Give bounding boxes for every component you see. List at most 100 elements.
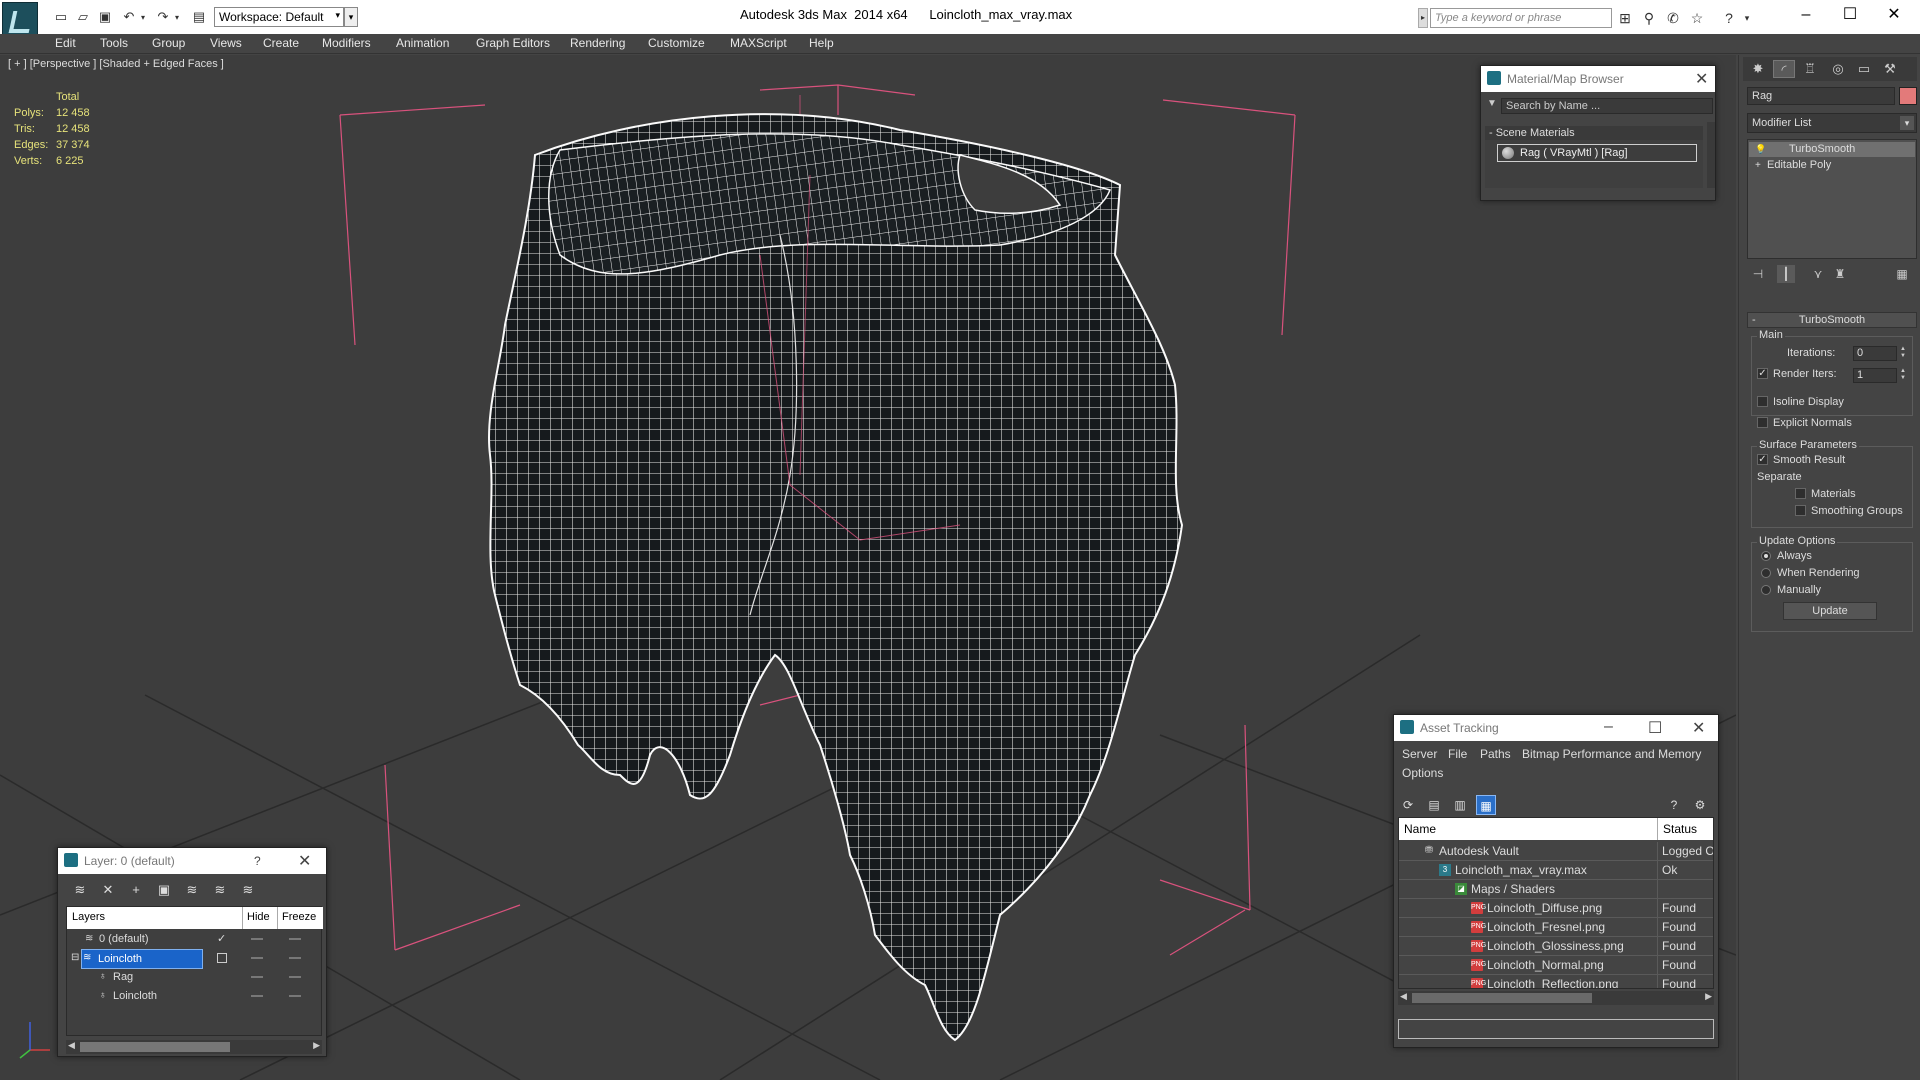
scrollbar-thumb[interactable] <box>1412 993 1592 1003</box>
make-unique-icon[interactable]: ⋎ <box>1809 265 1827 283</box>
hierarchy-tab-icon[interactable]: ♖ <box>1799 60 1821 78</box>
layer-row-rag[interactable]: ♁ Rag <box>67 968 323 986</box>
layer-row-loincloth-object[interactable]: ♁ Loincloth <box>67 987 323 1005</box>
table-row[interactable]: PNG Loincloth_Normal.png Found <box>1399 956 1713 975</box>
scroll-right-icon[interactable]: ▶ <box>313 1040 320 1051</box>
update-when-rendering-radio[interactable] <box>1761 568 1771 578</box>
binoculars-icon[interactable]: ⊞ <box>1616 9 1634 27</box>
toolbar-options-icon[interactable]: ▾ <box>344 7 358 27</box>
current-layer-checkmark-icon[interactable]: ✓ <box>217 930 226 948</box>
vault-options-icon[interactable]: ⚙ <box>1690 795 1710 815</box>
column-name[interactable]: Name <box>1404 822 1436 836</box>
stack-item-turbosmooth[interactable]: 💡 TurboSmooth <box>1749 142 1915 157</box>
modifier-list-dropdown[interactable]: Modifier List ▾ <box>1747 113 1917 133</box>
asset-menu-paths[interactable]: Paths <box>1480 747 1511 761</box>
scroll-left-icon[interactable]: ◀ <box>68 1040 75 1051</box>
menu-rendering[interactable]: Rendering <box>570 36 625 50</box>
table-row[interactable]: PNG Loincloth_Glossiness.png Found <box>1399 937 1713 956</box>
material-browser-titlebar[interactable]: Material/Map Browser ✕ <box>1481 66 1715 92</box>
new-file-icon[interactable]: ▭ <box>52 8 70 26</box>
scrollbar-thumb[interactable] <box>80 1042 230 1052</box>
object-name-field[interactable]: Rag <box>1747 87 1895 105</box>
create-layer-icon[interactable]: ≋ <box>70 880 90 900</box>
asset-menu-file[interactable]: File <box>1448 747 1467 761</box>
menu-modifiers[interactable]: Modifiers <box>322 36 371 50</box>
modify-tab-icon[interactable]: ◜ <box>1773 60 1795 78</box>
asset-path-field[interactable] <box>1398 1019 1714 1039</box>
menu-customize[interactable]: Customize <box>648 36 705 50</box>
render-iters-checkbox[interactable]: ✓ <box>1757 368 1768 379</box>
object-color-swatch[interactable] <box>1899 87 1917 105</box>
turbosmooth-rollout-header[interactable]: - TurboSmooth <box>1747 312 1917 328</box>
open-file-icon[interactable]: ▱ <box>74 8 92 26</box>
layer-row-loincloth[interactable]: ⊟ ≋ Loincloth <box>67 949 323 969</box>
menu-tools[interactable]: Tools <box>100 36 128 50</box>
freeze-toggle[interactable] <box>289 995 301 997</box>
close-icon[interactable]: ✕ <box>1692 718 1705 738</box>
list-view-icon[interactable]: ▤ <box>1424 795 1444 815</box>
freeze-all-layers-icon[interactable]: ≋ <box>238 880 258 900</box>
expand-plus-icon[interactable]: + <box>1755 158 1761 173</box>
scroll-right-icon[interactable]: ▶ <box>1705 991 1712 1002</box>
column-status[interactable]: Status <box>1657 818 1702 840</box>
stack-item-editable-poly[interactable]: + Editable Poly <box>1749 158 1915 173</box>
menu-animation[interactable]: Animation <box>396 36 449 50</box>
hide-toggle[interactable] <box>251 938 263 940</box>
lightbulb-icon[interactable]: 💡 <box>1755 142 1766 157</box>
workspace-dropdown[interactable]: Workspace: Default ▾ <box>214 7 344 27</box>
asset-horizontal-scrollbar[interactable]: ◀ ▶ <box>1398 991 1714 1005</box>
project-folder-icon[interactable]: ▤ <box>190 8 208 26</box>
freeze-toggle[interactable] <box>289 976 301 978</box>
table-row[interactable]: 3 Loincloth_max_vray.max Ok <box>1399 861 1713 880</box>
close-icon[interactable]: ✕ <box>298 851 311 871</box>
material-item-rag[interactable]: Rag ( VRayMtl ) [Rag] <box>1497 144 1697 162</box>
pin-stack-icon[interactable]: ⊣ <box>1749 265 1767 283</box>
menu-views[interactable]: Views <box>210 36 242 50</box>
scene-materials-section[interactable]: - Scene Materials <box>1485 126 1703 140</box>
select-objects-icon[interactable]: ▣ <box>154 880 174 900</box>
create-tab-icon[interactable]: ✸ <box>1747 60 1769 78</box>
freeze-toggle[interactable] <box>289 957 301 959</box>
table-row[interactable]: PNG Loincloth_Diffuse.png Found <box>1399 899 1713 918</box>
menu-create[interactable]: Create <box>263 36 299 50</box>
iterations-spinner[interactable]: 0 <box>1853 346 1897 361</box>
layer-dialog-titlebar[interactable]: Layer: 0 (default) ? ✕ <box>58 848 326 874</box>
spinner-arrows-icon[interactable]: ▲ ▼ <box>1899 368 1907 383</box>
table-row[interactable]: ⛃ Autodesk Vault Logged Ou <box>1399 842 1713 861</box>
utilities-tab-icon[interactable]: ⚒ <box>1879 60 1901 78</box>
asset-menu-server[interactable]: Server <box>1402 747 1437 761</box>
freeze-toggle[interactable] <box>289 938 301 940</box>
remove-modifier-icon[interactable]: ♜ <box>1831 265 1849 283</box>
table-row[interactable]: ◪ Maps / Shaders <box>1399 880 1713 899</box>
table-row[interactable]: PNG Loincloth_Fresnel.png Found <box>1399 918 1713 937</box>
communication-center-icon[interactable]: ✆ <box>1664 9 1682 27</box>
menu-edit[interactable]: Edit <box>55 36 76 50</box>
maximize-icon[interactable]: ☐ <box>1830 4 1870 26</box>
motion-tab-icon[interactable]: ◎ <box>1827 60 1849 78</box>
column-hide[interactable]: Hide <box>242 907 274 929</box>
menu-maxscript[interactable]: MAXScript <box>730 36 787 50</box>
table-row[interactable]: PNG Loincloth_Reflection.png Found <box>1399 975 1713 988</box>
close-icon[interactable]: ✕ <box>1874 4 1914 26</box>
spinner-arrows-icon[interactable]: ▲ ▼ <box>1899 346 1907 361</box>
undo-dropdown-icon[interactable]: ▾ <box>134 8 152 26</box>
asset-menu-options[interactable]: Options <box>1402 766 1443 780</box>
render-iters-spinner[interactable]: 1 <box>1853 368 1897 383</box>
layer-row-default[interactable]: ≋ 0 (default) ✓ <box>67 930 323 948</box>
update-always-radio[interactable] <box>1761 551 1771 561</box>
add-to-layer-icon[interactable]: + <box>126 880 146 900</box>
loincloth-mesh[interactable] <box>488 113 1184 1042</box>
search-expand-icon[interactable]: ▸ <box>1418 8 1428 28</box>
menu-group[interactable]: Group <box>152 36 185 50</box>
menu-graph-editors[interactable]: Graph Editors <box>476 36 550 50</box>
update-button[interactable]: Update <box>1783 602 1877 620</box>
show-end-result-icon[interactable]: ┃ <box>1777 265 1795 283</box>
minimize-icon[interactable]: – <box>1604 718 1613 736</box>
tree-view-icon[interactable]: ▥ <box>1450 795 1470 815</box>
material-scrollbar[interactable] <box>1707 122 1715 188</box>
redo-dropdown-icon[interactable]: ▾ <box>168 8 186 26</box>
help-dropdown-icon[interactable]: ▾ <box>1738 9 1756 27</box>
delete-layer-icon[interactable]: ✕ <box>98 880 118 900</box>
refresh-icon[interactable]: ⟳ <box>1398 795 1418 815</box>
material-search-input[interactable]: Search by Name ... <box>1501 98 1713 114</box>
